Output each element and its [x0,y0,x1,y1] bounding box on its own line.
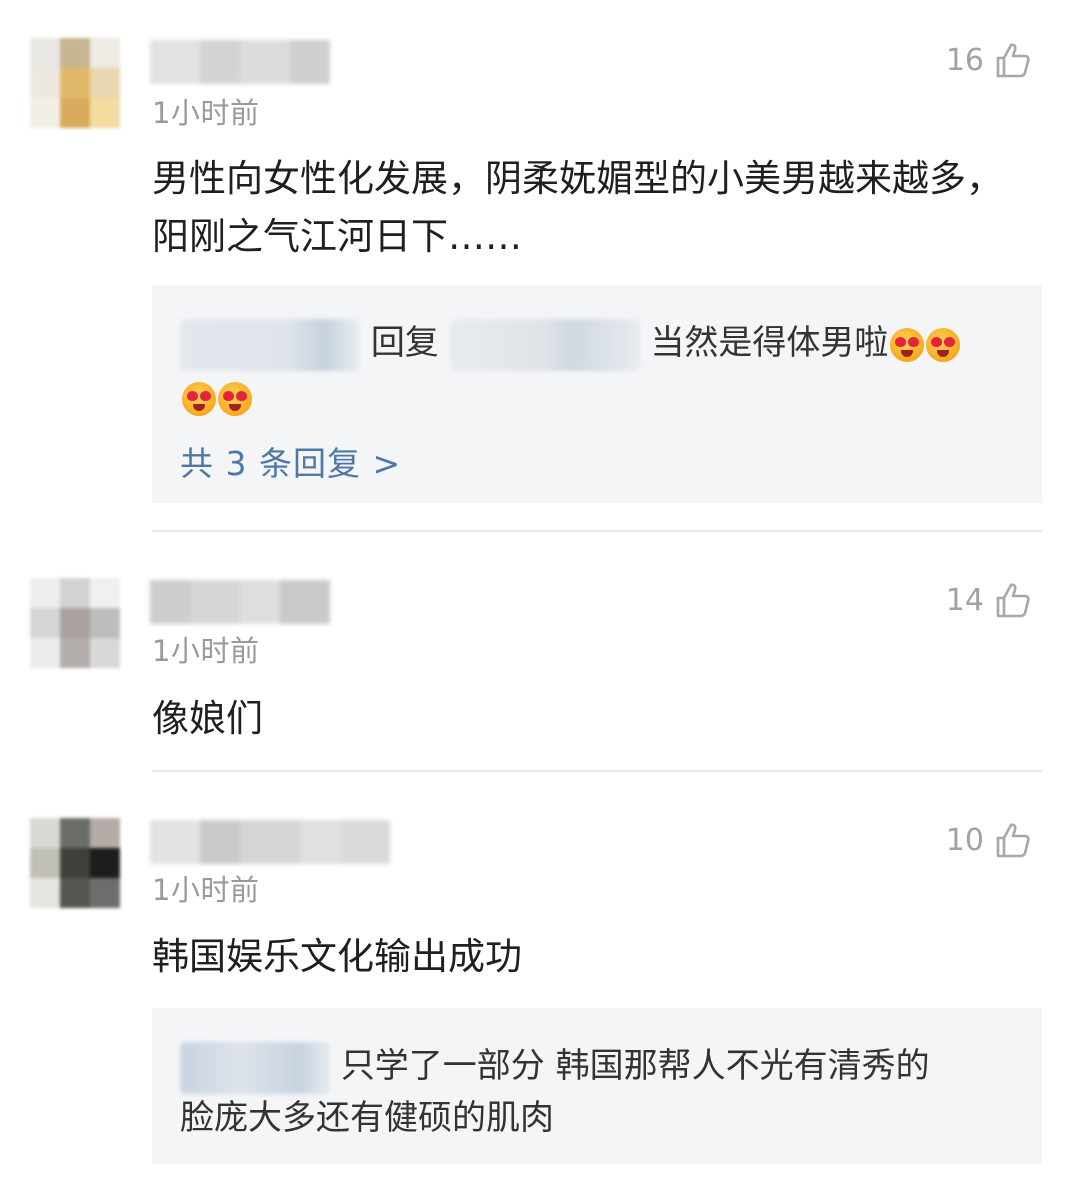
username[interactable] [150,580,330,624]
comment-text: 韩国娱乐文化输出成功 [152,935,522,978]
avatar[interactable] [30,578,120,668]
like-count: 16 [945,42,984,78]
avatar[interactable] [30,38,120,128]
reply-author[interactable] [180,318,360,371]
reply-line: 回复 当然是得体男啦 [180,313,961,373]
like-button[interactable]: 10 [946,820,1032,860]
comment-time: 1小时前 [152,873,260,907]
username[interactable] [150,820,390,864]
username[interactable] [150,40,330,84]
reply-text: 脸庞大多还有健硕的肌肉 [180,1098,554,1138]
heart-eyes-emoji [890,327,925,362]
heart-eyes-emoji [218,381,252,416]
reply-verb: 回复 [370,323,439,363]
reply-line: 只学了一部分 韩国那帮人不光有清秀的 [180,1036,930,1096]
reply-box[interactable]: 只学了一部分 韩国那帮人不光有清秀的 脸庞大多还有健硕的肌肉 [152,1008,1042,1164]
reply-author[interactable] [180,1041,330,1094]
like-count: 10 [945,822,984,858]
thumbs-up-icon [996,823,1030,858]
like-count: 14 [945,582,984,618]
comment-time: 1小时前 [152,96,260,130]
reply-box[interactable]: 回复 当然是得体男啦 共 3 条回复 > [152,285,1042,503]
heart-eyes-emoji [182,381,216,416]
thumbs-up-icon [996,43,1030,78]
comment-text: 男性向女性化发展，阴柔妩媚型的小美男越来越多，阳刚之气江河日下…… [152,157,1003,258]
like-button[interactable]: 14 [946,580,1032,620]
reply-target[interactable] [449,318,640,371]
reply-text: 只学了一部分 韩国那帮人不光有清秀的 [340,1046,930,1086]
reply-text: 当然是得体男啦 [650,323,889,363]
thumbs-up-icon [996,583,1030,618]
divider [152,530,1042,532]
comment-time: 1小时前 [152,634,260,668]
heart-eyes-emoji [926,327,961,362]
more-replies-link[interactable]: 共 3 条回复 > [180,437,401,485]
divider [152,770,1042,772]
reply-line: 脸庞大多还有健硕的肌肉 [180,1088,554,1148]
avatar[interactable] [30,818,120,908]
comment-text: 像娘们 [152,697,263,740]
like-button[interactable]: 16 [946,40,1032,80]
reply-emoji-line [180,367,252,427]
